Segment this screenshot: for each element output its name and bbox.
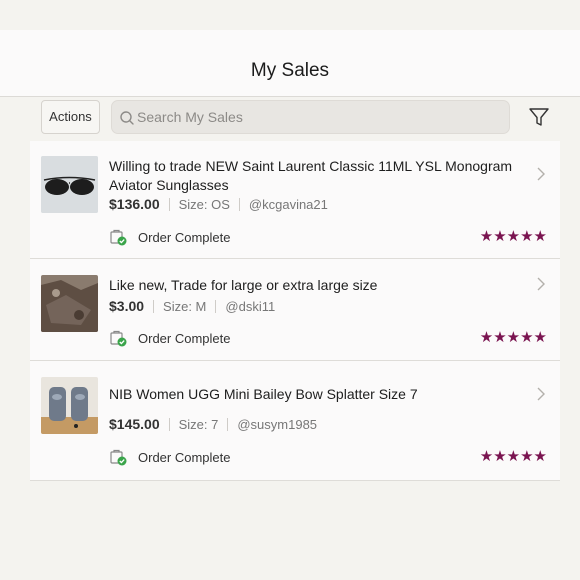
sunglasses-image	[41, 156, 98, 213]
divider	[153, 300, 155, 313]
buyer-username[interactable]: @kcgavina21	[249, 197, 328, 212]
divider	[238, 198, 240, 211]
sale-meta: $145.00 Size: 7 @susym1985	[109, 416, 317, 432]
sale-size: Size: M	[163, 299, 207, 314]
header-bar: My Sales	[0, 30, 580, 97]
order-complete-icon	[110, 330, 127, 347]
sale-meta: $3.00 Size: M @dski11	[109, 298, 275, 314]
toolbar: Actions	[0, 97, 580, 141]
search-icon	[120, 111, 134, 125]
sale-item[interactable]: Willing to trade NEW Saint Laurent Class…	[30, 141, 560, 259]
sale-size: Size: 7	[178, 417, 219, 432]
status-label: Order Complete	[138, 331, 231, 346]
divider	[227, 418, 229, 431]
chevron-right-icon	[537, 277, 545, 291]
order-complete-icon	[110, 229, 127, 246]
chevron-right-icon	[537, 167, 545, 181]
app-window: My Sales Actions Search My Sales Willing…	[0, 0, 580, 580]
buyer-username[interactable]: @dski11	[225, 299, 275, 314]
status-label: Order Complete	[138, 450, 231, 465]
sale-meta: $136.00 Size: OS @kcgavina21	[109, 196, 328, 212]
product-thumbnail	[41, 377, 98, 434]
sales-list: Willing to trade NEW Saint Laurent Class…	[30, 141, 560, 481]
divider	[168, 198, 170, 211]
divider	[215, 300, 217, 313]
sale-item[interactable]: Like new, Trade for large or extra large…	[30, 259, 560, 361]
status-label: Order Complete	[138, 230, 231, 245]
chevron-right-icon	[537, 387, 545, 401]
search-bar[interactable]	[111, 100, 510, 134]
product-thumbnail	[41, 156, 98, 213]
order-status: Order Complete	[110, 449, 230, 466]
sale-price: $136.00	[109, 196, 160, 212]
page-title: My Sales	[250, 60, 330, 81]
rating-stars: ★★★★★	[479, 329, 547, 346]
order-status: Order Complete	[110, 330, 230, 347]
order-status: Order Complete	[110, 229, 230, 246]
sale-item[interactable]: NIB Women UGG Mini Bailey Bow Splatter S…	[30, 361, 560, 481]
filter-icon[interactable]	[528, 106, 550, 128]
buyer-username[interactable]: @susym1985	[237, 417, 317, 432]
order-complete-icon	[110, 449, 127, 466]
divider	[168, 418, 170, 431]
product-thumbnail	[41, 275, 98, 332]
actions-button[interactable]: Actions	[41, 100, 100, 134]
sale-price: $145.00	[109, 416, 160, 432]
boots-image	[41, 377, 98, 434]
sale-price: $3.00	[109, 298, 145, 314]
search-input[interactable]	[137, 101, 497, 133]
rating-stars: ★★★★★	[479, 448, 547, 465]
sale-title: Willing to trade NEW Saint Laurent Class…	[109, 158, 513, 193]
sale-title: Like new, Trade for large or extra large…	[109, 277, 378, 293]
clothing-image	[41, 275, 98, 332]
rating-stars: ★★★★★	[479, 228, 547, 245]
sale-size: Size: OS	[178, 197, 230, 212]
sale-title: NIB Women UGG Mini Bailey Bow Splatter S…	[109, 386, 418, 402]
